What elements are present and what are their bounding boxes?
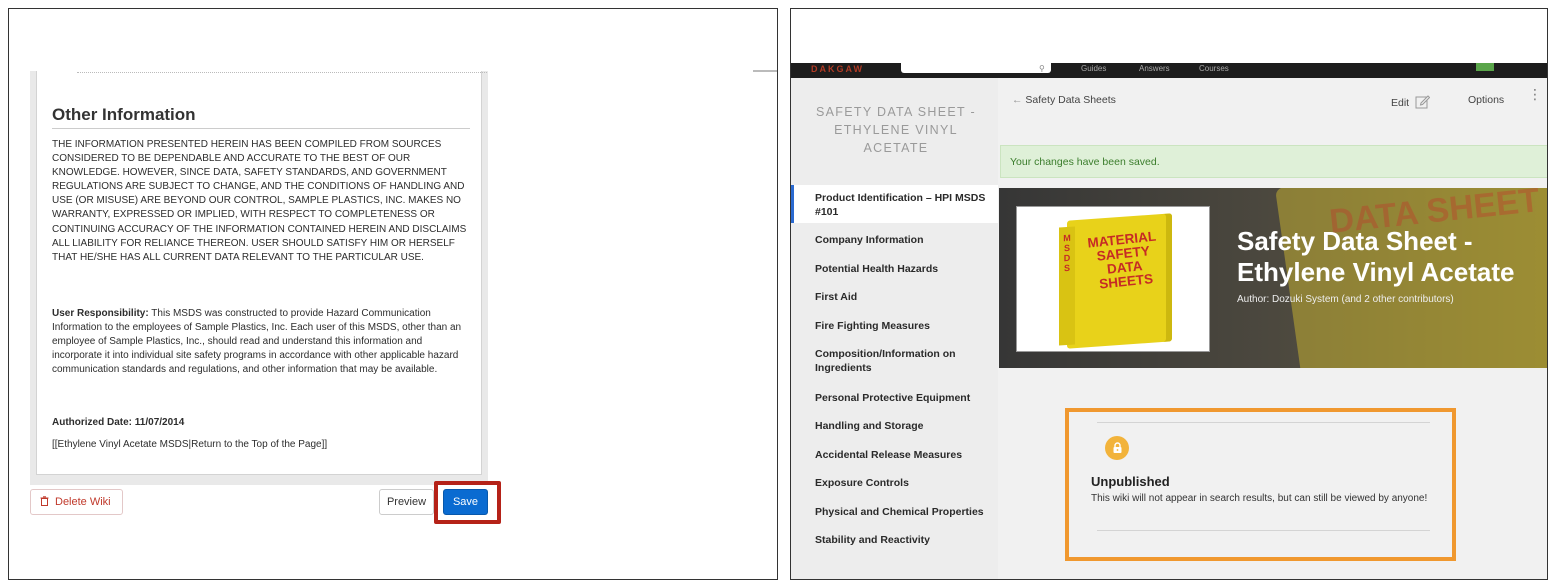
sidebar-item-product-identification[interactable]: Product Identification – HPI MSDS #101 (815, 191, 990, 219)
unpublished-title: Unpublished (1091, 474, 1170, 489)
binder-spine-text: MSDS (1062, 232, 1072, 274)
wiki-editor: Other Information THE INFORMATION PRESEN… (30, 71, 488, 485)
wiki-main-content: ← Safety Data Sheets Edit Options ⋮ Your… (998, 78, 1547, 579)
edit-label: Edit (1391, 97, 1410, 109)
delete-wiki-button[interactable]: Delete Wiki (30, 489, 123, 515)
lock-icon (1105, 436, 1129, 460)
sidebar-item-accidental-release[interactable]: Accidental Release Measures (815, 448, 990, 462)
user-responsibility-label: User Responsibility: (52, 308, 149, 319)
unpublished-description: This wiki will not appear in search resu… (1091, 493, 1428, 504)
site-top-bar: DAKGAW ⚲ Guides Answers Courses (791, 63, 1547, 78)
heading-divider (52, 128, 470, 129)
success-alert: Your changes have been saved. (1000, 145, 1547, 178)
editor-screenshot-panel: Other Information THE INFORMATION PRESEN… (8, 8, 778, 580)
sidebar-item-company-information[interactable]: Company Information (815, 233, 990, 247)
nav-link-answers[interactable]: Answers (1139, 64, 1170, 73)
options-button[interactable]: Options (1468, 94, 1504, 106)
binder-cover-text: MATERIAL SAFETY DATA SHEETS (1086, 228, 1157, 292)
divider (1097, 530, 1430, 531)
page-header-bar: ← Safety Data Sheets Edit Options ⋮ (998, 78, 1547, 128)
more-vertical-icon[interactable]: ⋮ (1528, 87, 1542, 101)
wiki-hero-banner: DATA SHEET MSDS MATERIAL SAFETY DATA SHE… (999, 188, 1547, 368)
nav-link-guides[interactable]: Guides (1081, 64, 1106, 73)
divider (753, 70, 777, 72)
nav-link-courses[interactable]: Courses (1199, 64, 1229, 73)
sidebar-item-physical-chemical[interactable]: Physical and Chemical Properties (815, 505, 990, 519)
wiki-cover-image[interactable]: MSDS MATERIAL SAFETY DATA SHEETS (1016, 206, 1210, 352)
published-page-screenshot-panel: DAKGAW ⚲ Guides Answers Courses SAFETY D… (790, 8, 1548, 580)
sidebar-item-handling-storage[interactable]: Handling and Storage (815, 419, 990, 433)
wiki-sidebar: SAFETY DATA SHEET - ETHYLENE VINYL ACETA… (791, 78, 998, 579)
sidebar-item-composition[interactable]: Composition/Information on Ingredients (815, 347, 990, 375)
section-heading: Other Information (52, 105, 196, 124)
edit-button[interactable]: Edit (1391, 94, 1431, 112)
unpublished-highlight-box: Unpublished This wiki will not appear in… (1065, 408, 1456, 561)
back-arrow-icon: ← (1012, 94, 1026, 106)
site-logo[interactable]: DAKGAW (811, 64, 864, 74)
disclaimer-paragraph: THE INFORMATION PRESENTED HEREIN HAS BEE… (52, 139, 467, 263)
sidebar-item-first-aid[interactable]: First Aid (815, 290, 990, 304)
sidebar-title: SAFETY DATA SHEET - ETHYLENE VINYL ACETA… (816, 105, 976, 155)
sidebar-item-stability-reactivity[interactable]: Stability and Reactivity (815, 533, 990, 547)
sidebar-item-fire-fighting[interactable]: Fire Fighting Measures (815, 319, 990, 333)
author-line: Author: Dozuki System (and 2 other contr… (1237, 294, 1454, 305)
breadcrumb[interactable]: ← Safety Data Sheets (1012, 94, 1116, 106)
authorized-date: Authorized Date: 11/07/2014 (52, 417, 185, 428)
delete-wiki-label: Delete Wiki (55, 496, 111, 508)
binder-spine: MSDS (1059, 226, 1075, 346)
editor-content-area[interactable]: Other Information THE INFORMATION PRESEN… (36, 71, 487, 475)
search-icon[interactable]: ⚲ (1039, 64, 1045, 73)
wiki-link-text: [[Ethylene Vinyl Acetate MSDS|Return to … (52, 439, 328, 450)
sidebar-item-ppe[interactable]: Personal Protective Equipment (815, 391, 990, 405)
save-button[interactable]: Save (443, 489, 488, 515)
site-search-input[interactable] (901, 63, 1051, 73)
avatar[interactable] (1476, 63, 1494, 71)
edit-pencil-icon (1415, 94, 1431, 112)
sidebar-item-exposure-controls[interactable]: Exposure Controls (815, 476, 990, 490)
user-responsibility-paragraph: User Responsibility: This MSDS was const… (52, 307, 472, 377)
divider (1097, 422, 1430, 423)
preview-button[interactable]: Preview (379, 489, 434, 515)
breadcrumb-label: Safety Data Sheets (1025, 94, 1116, 106)
page-title: Safety Data Sheet - Ethylene Vinyl Aceta… (1237, 226, 1515, 287)
trash-icon (40, 495, 49, 509)
sidebar-item-potential-health-hazards[interactable]: Potential Health Hazards (815, 262, 990, 276)
